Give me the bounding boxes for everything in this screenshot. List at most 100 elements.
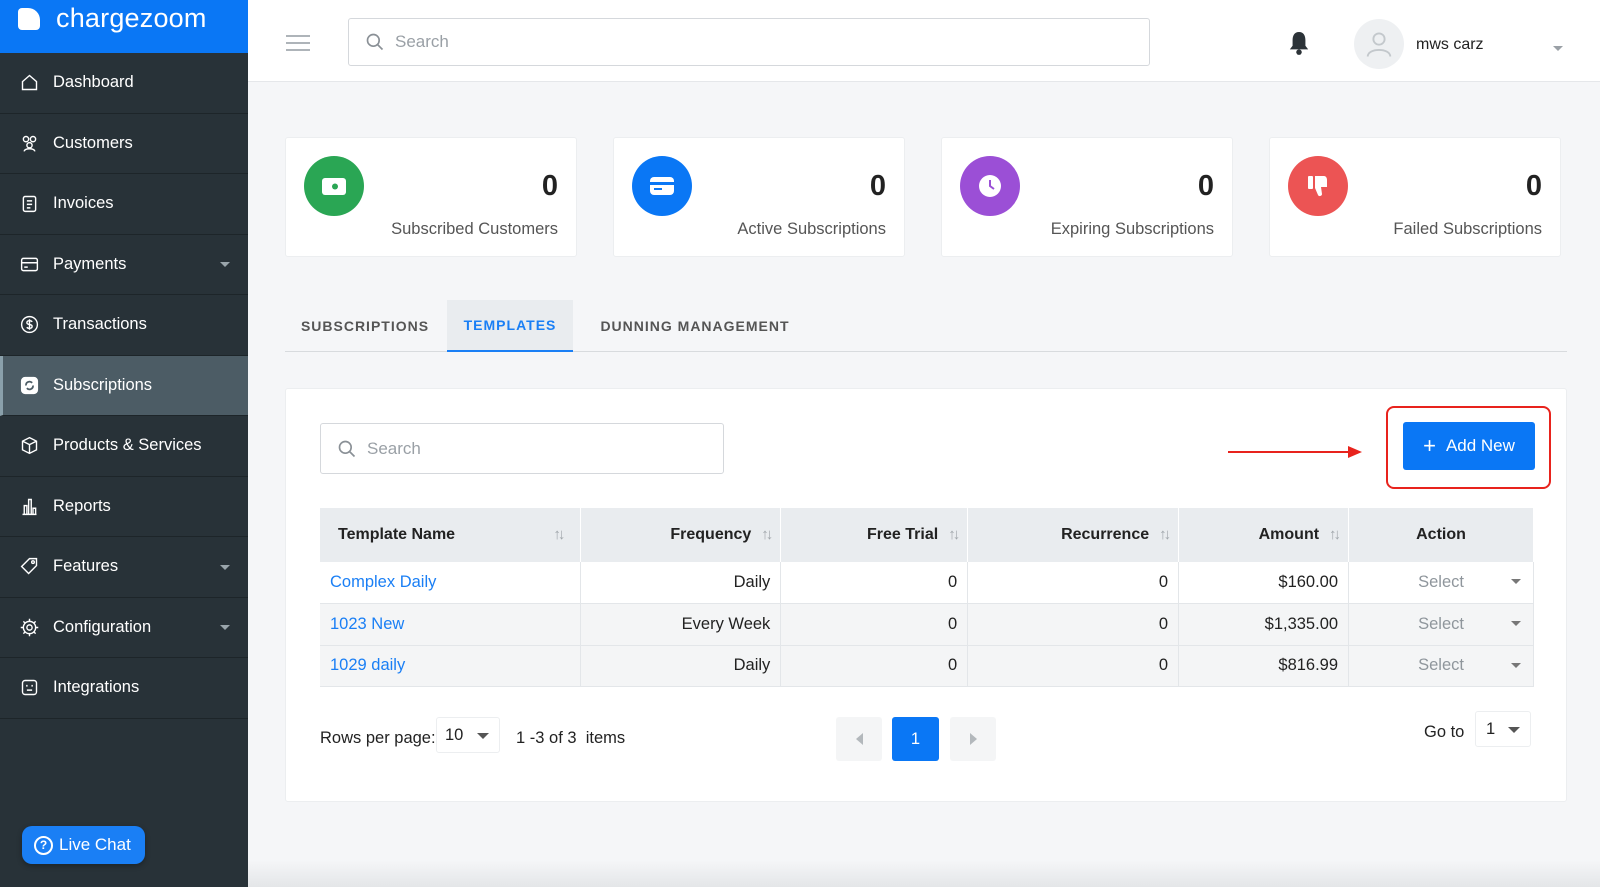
sidebar-item-products-services[interactable]: Products & Services <box>0 416 248 477</box>
recurrence-cell: 0 <box>967 645 1180 687</box>
chevron-down-icon <box>220 625 230 631</box>
chevron-down-icon <box>1511 621 1521 626</box>
stat-label: Failed Subscriptions <box>1393 220 1542 238</box>
search-icon <box>366 33 384 51</box>
column-header-amount[interactable]: Amount ↑↓ <box>1178 508 1350 562</box>
action-select[interactable]: Select <box>1348 562 1534 604</box>
chevron-down-icon[interactable] <box>1553 46 1563 51</box>
sidebar-item-dashboard[interactable]: Dashboard <box>0 53 248 114</box>
chevron-down-icon <box>1511 662 1521 668</box>
sidebar-item-subscriptions[interactable]: Subscriptions <box>0 355 248 416</box>
tab-subscriptions[interactable]: SUBSCRIPTIONS <box>285 300 445 352</box>
action-select[interactable]: Select <box>1348 603 1534 646</box>
sidebar-item-features[interactable]: Features <box>0 537 248 598</box>
items-count: 1 -3 of 3 items <box>516 729 626 747</box>
sidebar-item-customers[interactable]: Customers <box>0 114 248 174</box>
plus-icon: + <box>1423 433 1436 458</box>
sidebar-item-label: Features <box>53 557 119 576</box>
frequency-cell: Daily <box>580 645 782 687</box>
search-input[interactable] <box>395 32 1101 52</box>
sort-icon[interactable]: ↑↓ <box>1159 526 1171 543</box>
stat-value: 0 <box>869 170 886 202</box>
sidebar-item-payments[interactable]: Payments <box>0 235 248 295</box>
column-header-recurrence[interactable]: Recurrence ↑↓ <box>967 508 1180 562</box>
clipboard-icon <box>18 193 40 215</box>
template-name-link[interactable]: Complex Daily <box>320 562 582 604</box>
card-icon <box>18 253 40 275</box>
dollar-icon <box>18 314 40 336</box>
brand-name: chargezoom <box>56 3 207 33</box>
chevron-down-icon <box>1508 727 1520 733</box>
free-trial-cell: 0 <box>780 645 969 687</box>
column-header-frequency[interactable]: Frequency ↑↓ <box>580 508 782 562</box>
action-select[interactable]: Select <box>1348 645 1534 687</box>
rows-per-page-select[interactable]: 10 <box>436 717 500 753</box>
stat-value: 0 <box>1525 170 1542 202</box>
templates-table: Template Name ↑↓ Frequency ↑↓ Free Trial ↑↓… <box>320 508 1534 687</box>
sidebar-item-label: Integrations <box>53 678 140 697</box>
bell-icon[interactable] <box>1288 30 1310 61</box>
column-header-free-trial[interactable]: Free Trial ↑↓ <box>780 508 969 562</box>
goto-page-select[interactable]: 1 <box>1475 711 1531 747</box>
frequency-cell: Every Week <box>580 603 782 646</box>
goto-label: Go to <box>1424 723 1465 741</box>
template-name-link[interactable]: 1029 daily <box>320 645 582 687</box>
sidebar-item-invoices[interactable]: Invoices <box>0 174 248 235</box>
table-row: Complex Daily Daily 0 0 $160.00 Select <box>320 562 1534 604</box>
next-page-button[interactable] <box>950 717 996 761</box>
chevron-down-icon <box>220 564 230 570</box>
stat-value: 0 <box>1197 170 1214 202</box>
logo-icon <box>18 7 40 30</box>
username[interactable]: mws carz <box>1416 36 1484 54</box>
prev-page-button[interactable] <box>836 717 882 761</box>
sidebar-item-configuration[interactable]: Configuration <box>0 598 248 658</box>
free-trial-cell: 0 <box>780 603 969 646</box>
sidebar-item-transactions[interactable]: Transactions <box>0 295 248 356</box>
column-header-action: Action <box>1348 508 1534 562</box>
templates-panel: + Add New Template Name↑↓ Frequency↑↓ Fr… <box>285 388 1567 802</box>
sort-icon[interactable]: ↑↓ <box>948 526 960 543</box>
subscription-tabs: SUBSCRIPTIONS TEMPLATES DUNNING MANAGEME… <box>285 300 1567 352</box>
add-new-button[interactable]: + Add New <box>1403 422 1535 470</box>
gear-icon <box>18 616 40 638</box>
user-icon <box>1366 32 1392 57</box>
sidebar-item-reports[interactable]: Reports <box>0 477 248 537</box>
rows-per-page-label: Rows per page: <box>320 729 436 747</box>
sidebar-item-label: Products & Services <box>53 436 202 455</box>
avatar[interactable] <box>1354 19 1404 69</box>
stat-card-expiring-subscriptions: 0 Expiring Subscriptions <box>941 137 1233 257</box>
column-header-template-name[interactable]: Template Name ↑↓ <box>320 508 582 562</box>
templates-search <box>320 423 724 474</box>
sidebar-item-label: Payments <box>53 254 127 273</box>
sort-icon[interactable]: ↑↓ <box>1329 526 1341 543</box>
search-icon <box>338 440 356 457</box>
live-chat-button[interactable]: ? Live Chat <box>22 826 145 864</box>
amount-cell: $160.00 <box>1178 562 1350 604</box>
sidebar-item-label: Subscriptions <box>53 375 153 394</box>
templates-search-input[interactable] <box>367 438 715 459</box>
table-row: 1029 daily Daily 0 0 $816.99 Select <box>320 645 1534 687</box>
tab-dunning-management[interactable]: DUNNING MANAGEMENT <box>575 300 815 352</box>
sort-icon[interactable]: ↑↓ <box>553 526 565 543</box>
sidebar-item-label: Reports <box>53 496 111 515</box>
sidebar-item-label: Transactions <box>53 315 147 334</box>
chevron-down-icon <box>1511 579 1521 584</box>
add-new-label: Add New <box>1445 436 1515 455</box>
chevron-right-icon <box>969 733 977 745</box>
tab-templates[interactable]: TEMPLATES <box>447 300 573 352</box>
menu-icon[interactable] <box>286 35 310 56</box>
brand-logo[interactable]: chargezoom <box>0 0 248 53</box>
wallet-icon <box>304 156 364 216</box>
sort-icon[interactable]: ↑↓ <box>761 526 773 543</box>
table-header-row: Template Name ↑↓ Frequency ↑↓ Free Trial ↑↓… <box>320 508 1534 562</box>
table-row: 1023 New Every Week 0 0 $1,335.00 Select <box>320 603 1534 646</box>
stat-label: Subscribed Customers <box>391 220 558 238</box>
top-header: mws carz <box>248 0 1600 82</box>
page-number-button[interactable]: 1 <box>892 717 939 761</box>
sidebar-item-integrations[interactable]: Integrations <box>0 658 248 719</box>
bottom-shade <box>248 860 1600 887</box>
template-name-link[interactable]: 1023 New <box>320 603 582 646</box>
global-search <box>348 18 1150 66</box>
frequency-cell: Daily <box>580 562 782 604</box>
box-icon <box>18 435 40 457</box>
